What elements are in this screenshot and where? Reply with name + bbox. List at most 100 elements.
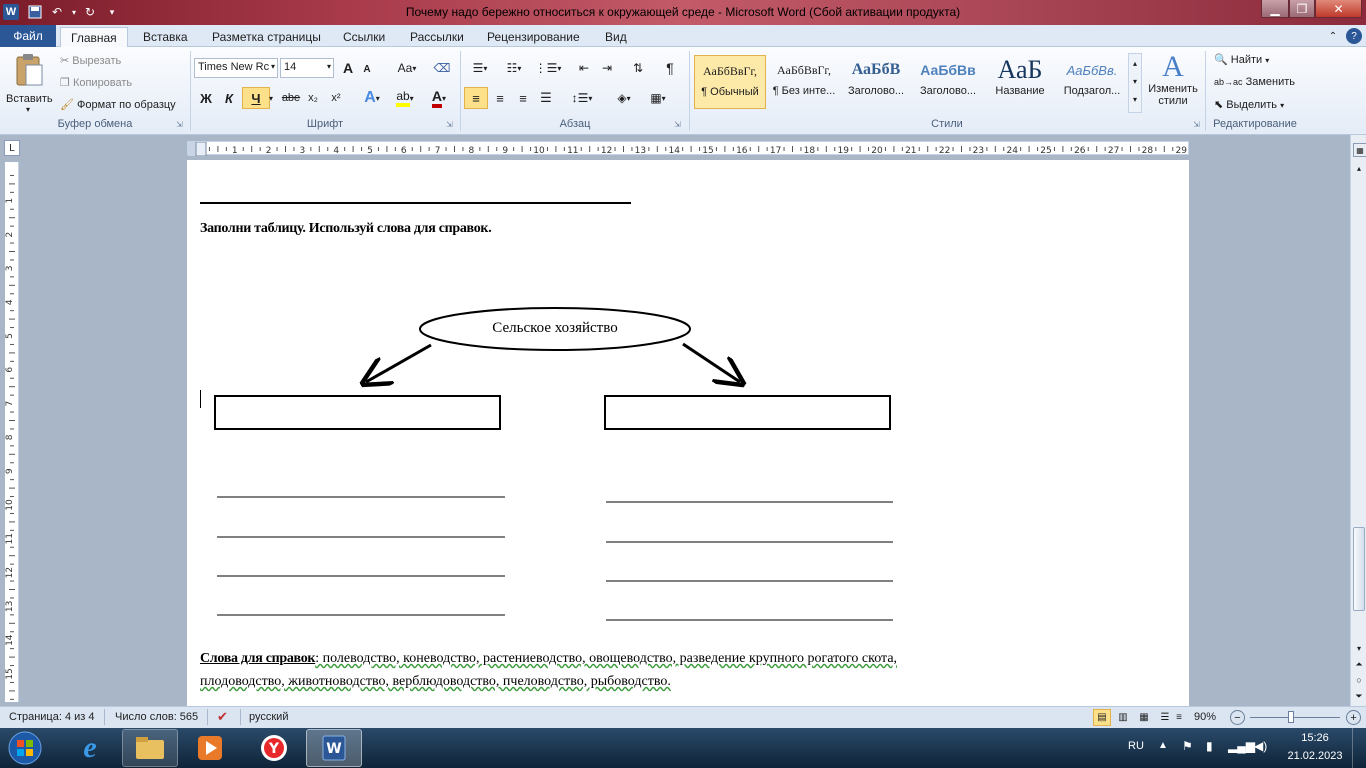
show-formatting-icon[interactable]: ¶ [660, 59, 680, 77]
scroll-thumb[interactable] [1353, 527, 1365, 611]
full-screen-reading-icon[interactable]: ▥ [1114, 709, 1132, 726]
styles-gallery-scroll[interactable]: ▴ ▾ ▾ [1128, 53, 1142, 113]
borders-icon[interactable]: ▦ ▾ [644, 89, 672, 107]
tab-view[interactable]: Вид [595, 27, 637, 47]
clock-time[interactable]: 15:26 [1290, 732, 1340, 744]
indent-marker[interactable] [195, 142, 207, 156]
grow-font-icon[interactable]: A [339, 59, 357, 77]
zoom-in-icon[interactable]: + [1346, 710, 1361, 725]
find-button[interactable]: 🔍 Найти ▾ [1214, 53, 1269, 66]
help-icon[interactable]: ? [1346, 28, 1362, 44]
line-spacing-icon[interactable]: ↕☰ ▾ [568, 89, 596, 107]
browse-object-icon[interactable]: ○ [1351, 673, 1366, 687]
input-language[interactable]: RU [1128, 740, 1144, 752]
font-launcher-icon[interactable]: ⇲ [446, 120, 453, 129]
tab-selector-icon[interactable]: L [4, 140, 20, 156]
scroll-up-icon[interactable]: ▴ [1351, 161, 1366, 175]
style-heading-2[interactable]: АаБбВв Заголово... [912, 55, 984, 109]
align-right-icon[interactable]: ≡ [513, 89, 533, 107]
left-arrow[interactable] [366, 343, 432, 382]
document-page[interactable]: Заполни таблицу. Используй слова для спр… [187, 160, 1189, 706]
style-title[interactable]: АаБ Название [984, 55, 1056, 109]
print-layout-icon[interactable]: ▤ [1093, 709, 1111, 726]
minimize-ribbon-icon[interactable]: ⌃ [1326, 29, 1340, 43]
show-hidden-icons-icon[interactable]: ▲ [1158, 740, 1168, 751]
chevron-up-icon[interactable]: ▴ [1129, 54, 1141, 72]
shrink-font-icon[interactable]: A [359, 61, 375, 77]
tab-insert[interactable]: Вставка [133, 27, 198, 47]
word-count[interactable]: Число слов: 565 [115, 711, 198, 723]
zoom-level[interactable]: 90% [1194, 711, 1216, 723]
maximize-button[interactable]: ❐ [1289, 0, 1315, 18]
paste-button[interactable]: Вставить ▾ [4, 51, 54, 115]
justify-icon[interactable]: ☰ [536, 89, 556, 107]
hint-paragraph[interactable]: Слова для справок: полеводство, коневодс… [200, 647, 960, 693]
highlight-icon[interactable]: ab ▾ [390, 89, 420, 107]
zoom-slider-thumb[interactable] [1288, 711, 1294, 723]
clipboard-launcher-icon[interactable]: ⇲ [176, 120, 183, 129]
clock-date[interactable]: 21.02.2023 [1282, 750, 1348, 762]
style-no-spacing[interactable]: АаБбВвГг, ¶ Без инте... [768, 55, 840, 109]
internet-explorer-icon[interactable]: e [62, 729, 118, 767]
bold-button[interactable]: Ж [197, 89, 215, 107]
vertical-ruler[interactable]: 12345678910111213141516 [5, 162, 19, 702]
align-left-icon[interactable]: ≡ [464, 87, 488, 109]
page-indicator[interactable]: Страница: 4 из 4 [9, 711, 95, 723]
style-heading-1[interactable]: АаБбВ Заголово... [840, 55, 912, 109]
styles-launcher-icon[interactable]: ⇲ [1193, 120, 1200, 129]
word-taskbar-icon[interactable]: W [306, 729, 362, 767]
vertical-scrollbar[interactable]: ▦ ▴ ▾ ⏶ ○ ⏷ [1350, 135, 1366, 706]
underline-dropdown-icon[interactable]: ▾ [266, 90, 276, 106]
style-normal[interactable]: АаБбВвГг, ¶ Обычный [694, 55, 766, 109]
copy-button[interactable]: ❐ Копировать [60, 76, 132, 89]
previous-page-icon[interactable]: ⏶ [1351, 657, 1366, 671]
multilevel-list-icon[interactable]: ⋮☰ ▾ [534, 59, 562, 77]
tab-page-layout[interactable]: Разметка страницы [202, 27, 331, 47]
show-desktop-button[interactable] [1352, 728, 1366, 768]
shading-icon[interactable]: ◈ ▾ [610, 89, 638, 107]
font-size-input[interactable]: 14 ▾ [280, 58, 334, 78]
tab-file[interactable]: Файл [0, 25, 56, 47]
explorer-icon[interactable] [122, 729, 178, 767]
decrease-indent-icon[interactable]: ⇤ [574, 59, 594, 77]
draft-icon[interactable]: ≡ [1170, 709, 1188, 726]
format-painter-button[interactable]: 🖌 Формат по образцу [60, 98, 176, 111]
yandex-browser-icon[interactable]: Y [246, 729, 302, 767]
zoom-out-icon[interactable]: − [1230, 710, 1245, 725]
change-case-button[interactable]: Aa ▾ [394, 59, 420, 77]
ruler-toggle-icon[interactable]: ▦ [1353, 143, 1366, 157]
left-answer-box[interactable] [214, 395, 501, 430]
cut-button[interactable]: ✂ Вырезать [60, 54, 121, 67]
paragraph-launcher-icon[interactable]: ⇲ [674, 120, 681, 129]
scroll-down-icon[interactable]: ▾ [1351, 641, 1366, 655]
subscript-button[interactable]: x₂ [304, 89, 322, 107]
next-page-icon[interactable]: ⏷ [1351, 689, 1366, 703]
signal-icon[interactable]: ▂▄▆ [1228, 739, 1255, 753]
horizontal-ruler[interactable]: 1 2 3 4 5 6 7 8 9 10 11 12 13 14 15 16 17 18 19 20 21 22 23 24 2… [187, 141, 1189, 156]
language-indicator[interactable]: русский [249, 711, 288, 723]
bullets-icon[interactable]: ☰ ▾ [466, 59, 494, 77]
tab-mailings[interactable]: Рассылки [400, 27, 474, 47]
volume-icon[interactable]: ◀) [1254, 739, 1267, 753]
zoom-slider-track[interactable] [1250, 717, 1340, 718]
font-color-icon[interactable]: A ▾ [424, 88, 454, 108]
increase-indent-icon[interactable]: ⇥ [597, 59, 617, 77]
font-name-input[interactable]: Times New Rc ▾ [194, 58, 278, 78]
change-styles-button[interactable]: A Изменить стили [1145, 51, 1201, 115]
start-button[interactable] [4, 728, 46, 768]
select-button[interactable]: ⬉ Выделить ▾ [1214, 98, 1284, 111]
tab-home[interactable]: Главная [60, 27, 128, 48]
right-arrow[interactable] [682, 342, 740, 382]
replace-button[interactable]: ab→ac Заменить [1214, 76, 1295, 88]
tab-references[interactable]: Ссылки [333, 27, 395, 47]
more-icon[interactable]: ▾ [1129, 90, 1141, 108]
tab-review[interactable]: Рецензирование [477, 27, 590, 47]
minimize-button[interactable]: ▁ [1261, 0, 1289, 18]
style-subtitle[interactable]: АаБбВв. Подзагол... [1056, 55, 1128, 109]
web-layout-icon[interactable]: ▦ [1135, 709, 1153, 726]
oval-label[interactable]: Сельское хозяйство [420, 320, 690, 337]
text-effects-icon[interactable]: A ▾ [358, 89, 386, 107]
italic-button[interactable]: К [220, 89, 238, 107]
chevron-down-icon[interactable]: ▾ [1129, 72, 1141, 90]
media-player-icon[interactable] [182, 729, 238, 767]
